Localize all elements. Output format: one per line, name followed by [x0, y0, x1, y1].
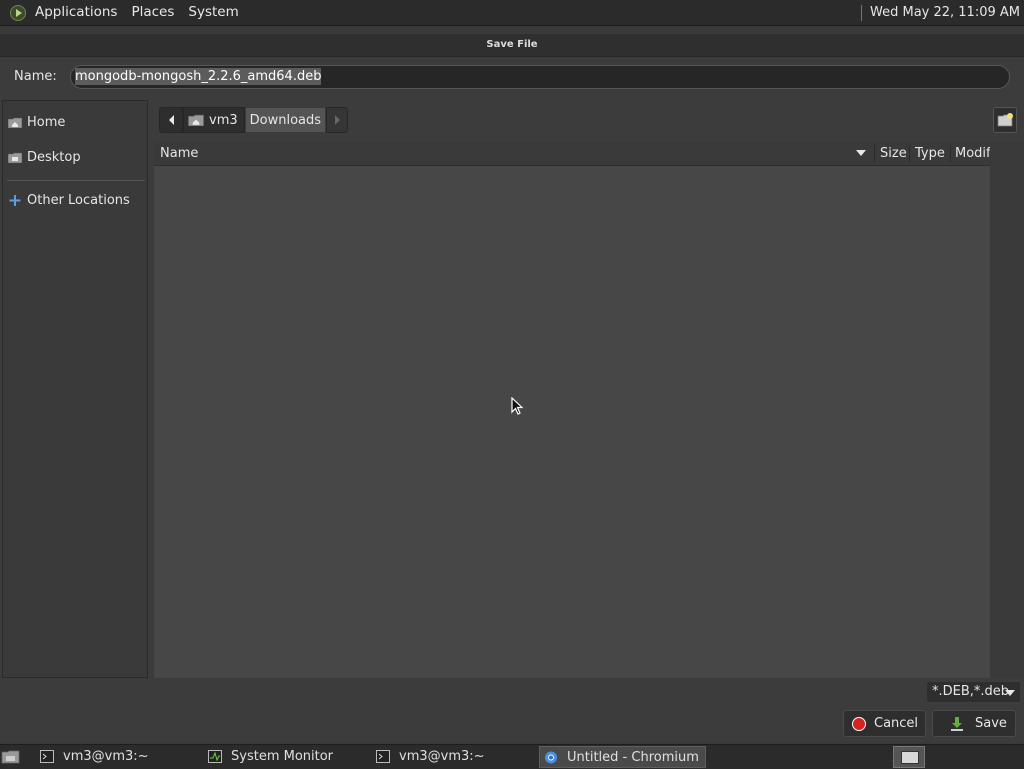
sidebar-item-label: Desktop — [27, 150, 81, 165]
chevron-down-icon — [1005, 690, 1015, 696]
save-file-dialog: Save File Name: mongodb-mongosh_2.2.6_am… — [0, 34, 1024, 742]
plus-icon — [9, 195, 21, 206]
sidebar-separator — [7, 180, 145, 181]
menu-applications[interactable]: Applications — [28, 0, 124, 25]
save-button[interactable]: Save — [932, 710, 1016, 737]
cancel-label: Cancel — [874, 716, 919, 731]
taskbar-item-terminal-2[interactable]: vm3@vm3:~ — [372, 746, 536, 768]
file-type-filter[interactable]: *.DEB,*.deb — [926, 681, 1021, 703]
column-divider — [950, 145, 951, 162]
home-folder-icon — [8, 117, 22, 128]
path-segment-label: Downloads — [249, 112, 322, 128]
save-label: Save — [975, 716, 1007, 731]
clock-text: Wed May 22, 11:09 AM — [870, 5, 1020, 20]
workspace-switcher[interactable] — [893, 746, 925, 768]
chromium-icon — [544, 751, 558, 764]
chevron-left-icon — [168, 115, 174, 125]
clock-separator — [861, 4, 862, 21]
taskbar-item-chromium[interactable]: Untitled - Chromium — [539, 746, 706, 768]
name-label: Name: — [14, 69, 57, 84]
home-folder-icon — [188, 114, 204, 126]
file-list[interactable]: Name Size Type Modif — [154, 142, 990, 678]
download-icon — [951, 716, 963, 731]
menu-places[interactable]: Places — [124, 0, 181, 25]
taskbar-item-label: vm3@vm3:~ — [63, 749, 149, 764]
filename-input[interactable]: mongodb-mongosh_2.2.6_amd64.deb — [70, 65, 1010, 89]
column-divider — [874, 145, 875, 162]
menu-system[interactable]: System — [181, 0, 245, 25]
sidebar-item-label: Other Locations — [27, 193, 130, 208]
path-segment-label: vm3 — [209, 112, 238, 128]
taskbar-item-label: System Monitor — [231, 749, 334, 764]
filename-row: Name: mongodb-mongosh_2.2.6_amd64.deb — [0, 62, 1024, 92]
column-modified[interactable]: Modif — [955, 142, 990, 165]
path-back-button[interactable] — [159, 107, 183, 133]
cancel-icon — [852, 716, 866, 731]
column-divider — [909, 145, 910, 162]
taskbar-item-label: vm3@vm3:~ — [399, 749, 485, 764]
clock[interactable]: Wed May 22, 11:09 AM — [861, 0, 1020, 25]
create-folder-button[interactable] — [993, 107, 1017, 133]
sort-descending-icon[interactable] — [856, 150, 866, 156]
chevron-right-icon — [334, 115, 340, 125]
sidebar-item-desktop[interactable]: Desktop — [3, 146, 147, 170]
taskbar-item-system-monitor[interactable]: System Monitor — [204, 746, 369, 768]
dialog-title: Save File — [0, 34, 1024, 57]
desktop-folder-icon — [8, 152, 22, 163]
sidebar-item-label: Home — [27, 115, 66, 130]
new-folder-icon — [997, 113, 1013, 127]
filename-selected-text: mongodb-mongosh_2.2.6_amd64.deb — [75, 68, 322, 85]
mouse-cursor-icon — [511, 397, 524, 415]
taskbar-item-terminal-1[interactable]: vm3@vm3:~ — [36, 746, 201, 768]
cancel-button[interactable]: Cancel — [843, 710, 926, 737]
sidebar-item-other-locations[interactable]: Other Locations — [3, 189, 147, 213]
top-panel: Applications Places System Wed May 22, 1… — [0, 0, 1024, 26]
show-desktop-icon[interactable] — [1, 748, 21, 765]
file-list-header: Name Size Type Modif — [154, 142, 990, 166]
applications-logo-icon[interactable] — [10, 4, 26, 21]
column-type[interactable]: Type — [915, 142, 945, 165]
filter-value: *.DEB,*.deb — [932, 684, 1010, 699]
path-bar: vm3 Downloads — [159, 106, 349, 134]
terminal-icon — [40, 750, 54, 763]
places-sidebar: Home Desktop Other Locations — [2, 100, 148, 678]
taskbar: vm3@vm3:~ System Monitor vm3@vm3:~ Untit… — [0, 744, 1024, 769]
column-name[interactable]: Name — [160, 142, 198, 165]
path-segment-home[interactable]: vm3 — [183, 107, 245, 133]
path-forward-button[interactable] — [326, 107, 349, 133]
file-list-scroll-area — [990, 142, 1024, 678]
path-segment-downloads[interactable]: Downloads — [244, 107, 327, 133]
terminal-icon — [376, 750, 390, 763]
taskbar-item-label: Untitled - Chromium — [567, 750, 699, 765]
sidebar-item-home[interactable]: Home — [3, 111, 147, 135]
system-monitor-icon — [208, 750, 222, 763]
top-menu: Applications Places System — [28, 0, 246, 25]
column-size[interactable]: Size — [880, 142, 907, 165]
